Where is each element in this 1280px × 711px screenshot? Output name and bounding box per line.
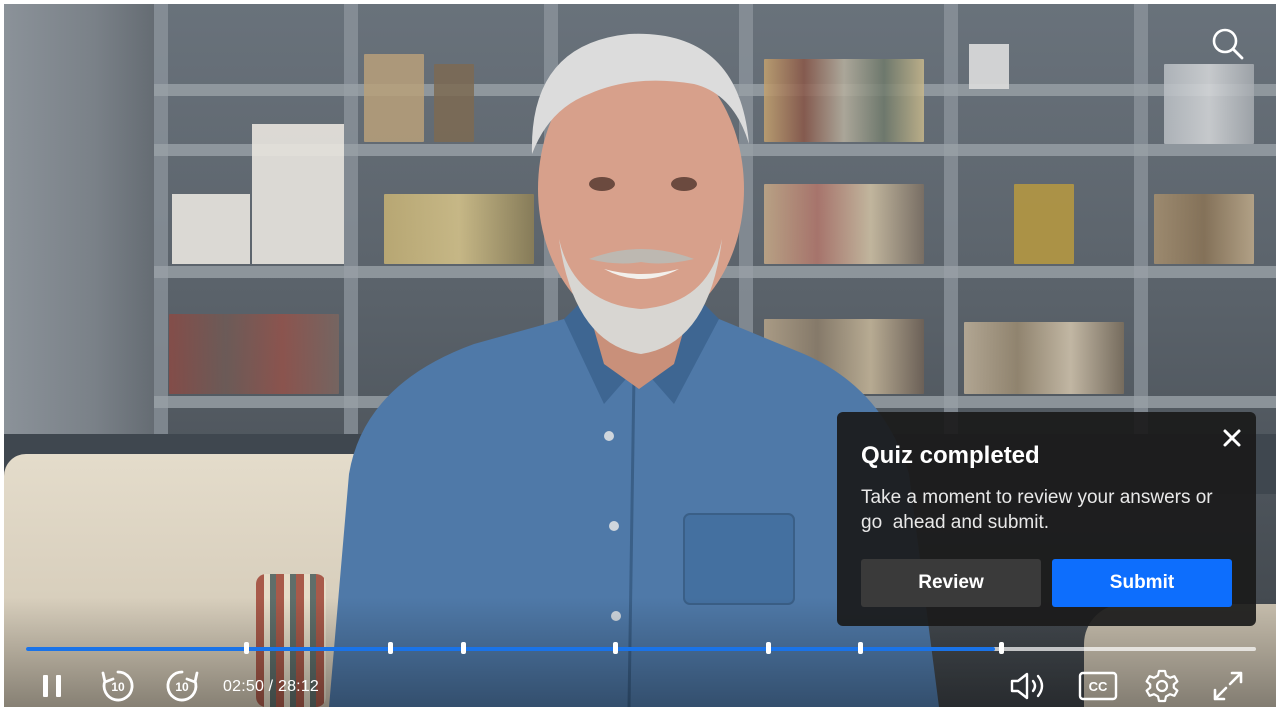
volume-icon: [1010, 672, 1044, 700]
captions-label: CC: [1089, 679, 1108, 694]
volume-button[interactable]: [1008, 668, 1052, 704]
chapter-marker[interactable]: [460, 642, 466, 654]
chapter-marker[interactable]: [765, 642, 771, 654]
submit-button[interactable]: Submit: [1052, 559, 1232, 607]
chapter-marker[interactable]: [388, 642, 394, 654]
rewind-10-button[interactable]: 10: [98, 668, 138, 704]
fullscreen-button[interactable]: [1208, 668, 1248, 704]
exit-fullscreen-icon: [1213, 671, 1243, 701]
pause-icon: [43, 675, 61, 697]
dialog-title: Quiz completed: [861, 442, 1040, 469]
rewind-10-icon: 10: [101, 670, 134, 702]
chapter-marker[interactable]: [857, 642, 863, 654]
forward-10-label: 10: [175, 680, 189, 694]
search-button[interactable]: [1208, 24, 1248, 64]
review-button[interactable]: Review: [861, 559, 1041, 607]
forward-10-icon: 10: [166, 670, 199, 702]
chapter-marker[interactable]: [999, 642, 1005, 654]
settings-button[interactable]: [1142, 668, 1182, 704]
rewind-10-label: 10: [111, 680, 125, 694]
closed-captions-icon: CC: [1078, 671, 1118, 701]
pause-button[interactable]: [34, 668, 70, 704]
video-player[interactable]: 10 10 02:50 / 28:12 CC Quiz completed Ta…: [4, 4, 1276, 707]
seek-bar[interactable]: [26, 642, 1256, 654]
search-icon: [1212, 28, 1244, 60]
seek-progress: [26, 647, 996, 651]
time-display: 02:50 / 28:12: [223, 678, 320, 695]
captions-button[interactable]: CC: [1076, 668, 1120, 704]
chapter-marker[interactable]: [244, 642, 250, 654]
forward-10-button[interactable]: 10: [162, 668, 202, 704]
gear-icon: [1145, 669, 1179, 703]
close-button[interactable]: [1220, 426, 1244, 450]
quiz-completed-dialog: Quiz completed Take a moment to review y…: [837, 412, 1256, 626]
dialog-message: Take a moment to review your answers or …: [861, 487, 1218, 533]
chapter-marker[interactable]: [613, 642, 619, 654]
close-icon: [1223, 429, 1241, 447]
